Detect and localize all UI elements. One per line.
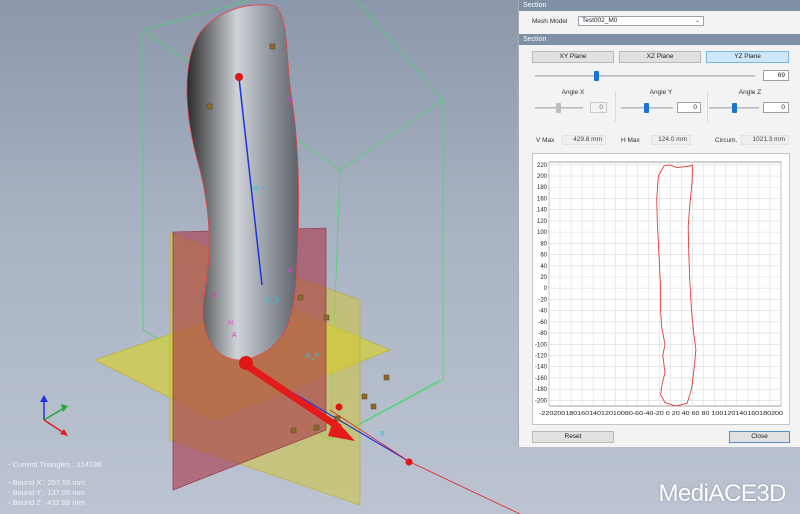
separator [707, 92, 708, 122]
y-tick-label: 220 [537, 163, 548, 169]
bound-z-text: - Bound Z : 432.88 mm [8, 498, 85, 507]
y-tick-label: 140 [537, 208, 548, 214]
y-tick-label: -140 [535, 365, 548, 371]
y-tick-label: -180 [535, 387, 548, 393]
marker-label-b: B [212, 293, 217, 300]
axis-handle-end[interactable] [405, 458, 413, 466]
mesh-model-value: Test002_M0 [582, 17, 618, 24]
xy-plane-button[interactable]: XY Plane [532, 51, 614, 63]
marker-label-b-t: B_T [253, 186, 267, 193]
angle-y-input[interactable]: 0 [677, 102, 701, 113]
position-slider-thumb[interactable] [594, 71, 600, 81]
y-tick-label: -100 [535, 342, 548, 348]
y-tick-label: -60 [538, 320, 547, 326]
position-value-input[interactable]: 69 [763, 70, 789, 81]
axis-gizmo [40, 395, 68, 436]
y-tick-label: 100 [537, 230, 548, 236]
angle-z-input[interactable]: 0 [763, 102, 789, 113]
angle-z-slider-thumb[interactable] [732, 103, 737, 113]
position-slider-track[interactable] [535, 75, 755, 77]
mesh-model-label: Mesh Model [532, 18, 568, 25]
y-tick-label: 200 [537, 174, 548, 180]
marker-label-a: A [232, 332, 237, 339]
angle-z-label: Angle Z [738, 89, 762, 96]
angle-x-input: 0 [590, 102, 607, 113]
marker-label-b-p: B_P [306, 353, 320, 360]
mediace3d-logo: MediACE3D [658, 480, 786, 507]
axis-top-handle[interactable] [235, 73, 243, 81]
bound-y-text: - Bound Y : 137.05 mm [8, 488, 85, 497]
circumference-label: Circum. [715, 137, 738, 144]
y-tick-label: 40 [540, 264, 547, 270]
hmax-label: H Max [621, 137, 640, 144]
limb-mesh[interactable] [186, 4, 300, 361]
y-tick-label: -40 [538, 309, 547, 315]
angle-x-slider-thumb [556, 103, 561, 113]
y-tick-label: -80 [538, 331, 547, 337]
marker-label-h: H [228, 320, 233, 327]
mesh-model-select[interactable]: Test002_M0 ⌄ [578, 16, 704, 26]
vmax-value: 429.8 mm [562, 135, 606, 145]
marker-label-b2: B [380, 431, 385, 438]
red-guide-line-2 [409, 461, 521, 514]
y-tick-label: -20 [538, 297, 547, 303]
y-tick-label: 160 [537, 196, 548, 202]
angle-y-slider-thumb[interactable] [644, 103, 649, 113]
bound-x-text: - Bound X : 257.55 mm [8, 478, 86, 487]
y-tick-label: 20 [540, 275, 547, 281]
chevron-down-icon: ⌄ [694, 18, 700, 24]
angle-y-label: Angle Y [649, 89, 673, 96]
y-tick-label: 180 [537, 185, 548, 191]
yz-plane-button[interactable]: YZ Plane [706, 51, 789, 63]
x-tick-labels: -22020018016014012010080-60-40-20 0 20 4… [539, 411, 783, 417]
marker-label-k: K [288, 268, 293, 275]
y-tick-label: 60 [540, 253, 547, 259]
y-tick-label: -200 [535, 398, 548, 404]
reset-button[interactable]: Reset [532, 431, 614, 443]
current-triangles-text: - Current Triangles : 214136 [8, 460, 102, 469]
y-tick-label: 80 [540, 241, 547, 247]
separator [615, 92, 616, 122]
circumference-value: 1021.3 mm [741, 135, 789, 145]
origin-handle[interactable] [239, 356, 253, 370]
y-tick-label: 120 [537, 219, 548, 225]
y-tick-label: 0 [544, 286, 548, 292]
y-tick-label: -120 [535, 354, 548, 360]
section-chart-svg: 220200180160140120100806040200-20-40-60-… [535, 161, 783, 417]
xz-plane-button[interactable]: XZ Plane [619, 51, 701, 63]
y-tick-label: -160 [535, 376, 548, 382]
section-header-2: Section [519, 34, 800, 45]
section-header: Section [519, 0, 800, 11]
section-chart: 220 200 180 160 140 120 100 80 60 40 20 0 -20 -40 -60-… [532, 153, 790, 425]
axis-handle-mid[interactable] [335, 403, 343, 411]
marker-label-m: M [287, 97, 293, 104]
hmax-value: 124.0 mm [651, 135, 691, 145]
close-button[interactable]: Close [729, 431, 790, 443]
angle-x-label: Angle X [561, 89, 585, 96]
vmax-label: V Max [536, 137, 555, 144]
marker-label-b-s: B_S [266, 297, 280, 304]
